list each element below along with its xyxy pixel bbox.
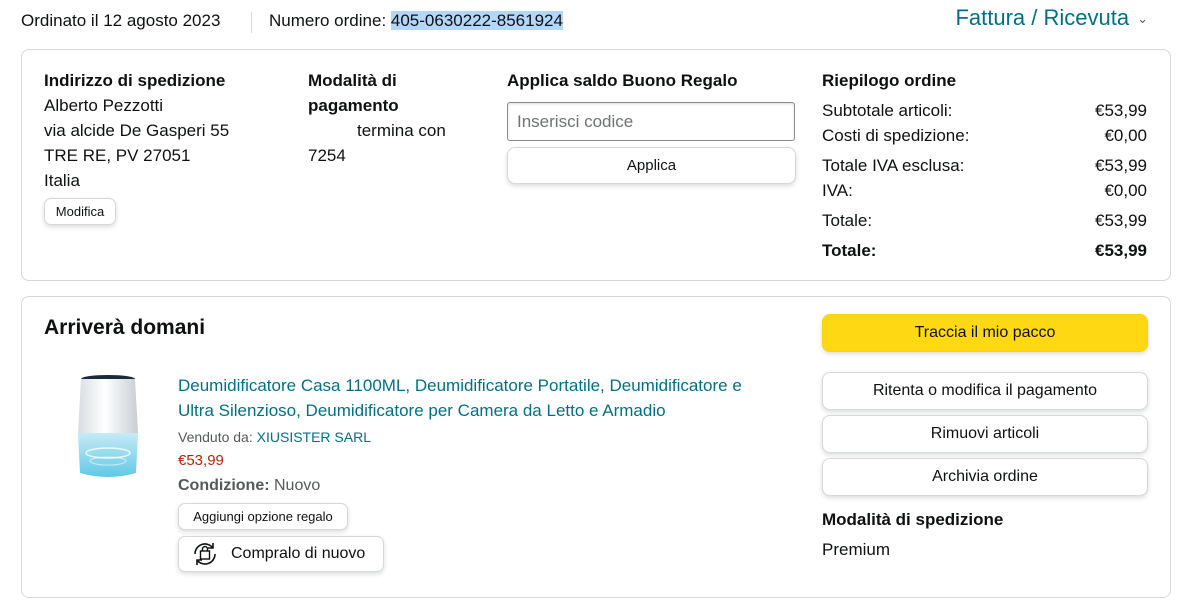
buy-again-button[interactable]: Compralo di nuovo — [178, 536, 384, 572]
product-title-cont[interactable]: Ultra Silenzioso, Deumidificatore per Ca… — [178, 398, 788, 423]
card-digits: 7254 — [308, 146, 346, 165]
summary-row: Totale IVA esclusa: €53,99 — [822, 153, 1147, 178]
invoice-link[interactable]: Fattura / Ricevuta ⌄ — [955, 5, 1148, 31]
order-number: Numero ordine: 405-0630222-8561924 — [269, 11, 563, 31]
address-line: via alcide De Gasperi 55 — [44, 121, 230, 140]
summary-value: €53,99 — [1095, 156, 1147, 175]
shipment-card: Arriverà domani Deumidificatore Casa 110… — [21, 296, 1171, 598]
retry-payment-button[interactable]: Ritenta o modifica il pagamento — [822, 372, 1148, 410]
edit-address-button[interactable]: Modifica — [44, 198, 116, 225]
sold-by: Venduto da: XIUSISTER SARL — [178, 427, 788, 447]
summary-row: Totale: €53,99 — [822, 208, 1147, 233]
product-title[interactable]: Deumidificatore Casa 1100ML, Deumidifica… — [178, 373, 788, 398]
summary-value: €0,00 — [1104, 126, 1147, 145]
summary-row: IVA: €0,00 — [822, 178, 1147, 203]
summary-row: Costi di spedizione: €0,00 — [822, 123, 1147, 148]
invoice-link-label[interactable]: Fattura / Ricevuta — [955, 5, 1129, 30]
summary-label: IVA: — [822, 181, 853, 200]
chevron-down-icon[interactable]: ⌄ — [1137, 11, 1148, 26]
address-line: Alberto Pezzotti — [44, 96, 164, 115]
summary-label: Costi di spedizione: — [822, 126, 970, 145]
shipping-method-heading: Modalità di spedizione — [822, 510, 1004, 529]
track-package-button[interactable]: Traccia il mio pacco — [822, 314, 1148, 352]
summary-value: €0,00 — [1104, 181, 1147, 200]
condition-label: Condizione: — [178, 477, 270, 494]
shipping-method-value: Premium — [822, 540, 891, 559]
payment-method-section: Modalità di pagamento termina con 7254 — [308, 68, 478, 168]
card-ending-text: termina con — [357, 121, 446, 140]
archive-order-button[interactable]: Archivia ordine — [822, 458, 1148, 496]
header-divider — [251, 12, 252, 33]
add-gift-option-button[interactable]: Aggiungi opzione regalo — [178, 503, 348, 530]
apply-gift-button[interactable]: Applica — [507, 147, 796, 184]
summary-value: €53,99 — [1095, 211, 1147, 230]
grand-total-label: Totale: — [822, 241, 877, 260]
summary-row: Subtotale articoli: €53,99 — [822, 98, 1147, 123]
seller-link[interactable]: XIUSISTER SARL — [257, 429, 371, 445]
product-details: Deumidificatore Casa 1100ML, Deumidifica… — [178, 373, 788, 498]
remove-items-button[interactable]: Rimuovi articoli — [822, 415, 1148, 453]
order-date: Ordinato il 12 agosto 2023 — [21, 11, 221, 30]
summary-label: Subtotale articoli: — [822, 101, 953, 120]
order-details-card: Indirizzo di spedizione Alberto Pezzotti… — [21, 49, 1171, 281]
rebuy-icon[interactable] — [189, 538, 221, 570]
order-number-value[interactable]: 405-0630222-8561924 — [390, 11, 563, 30]
gift-code-input[interactable] — [507, 102, 795, 141]
gift-card-section: Applica saldo Buono Regalo Applica — [507, 68, 799, 184]
shipping-address-heading: Indirizzo di spedizione — [44, 71, 226, 90]
order-summary-heading: Riepilogo ordine — [822, 71, 957, 90]
payment-method-heading: Modalità di — [308, 71, 397, 90]
grand-total-value: €53,99 — [1095, 241, 1147, 260]
product-price: €53,99 — [178, 452, 224, 469]
shipping-address-section: Indirizzo di spedizione Alberto Pezzotti… — [44, 68, 284, 225]
sold-by-label: Venduto da: — [178, 429, 257, 445]
order-summary-section: Riepilogo ordine Subtotale articoli: €53… — [822, 68, 1147, 268]
summary-label: Totale IVA esclusa: — [822, 156, 965, 175]
payment-method-heading-cont: pagamento — [308, 96, 399, 115]
dehumidifier-image[interactable] — [70, 373, 146, 483]
address-line: TRE RE, PV 27051 — [44, 146, 191, 165]
summary-value: €53,99 — [1095, 101, 1147, 120]
delivery-heading: Arriverà domani — [44, 316, 206, 339]
buy-again-label[interactable]: Compralo di nuovo — [231, 545, 365, 563]
grand-total-row: Totale: €53,99 — [822, 238, 1147, 263]
product-condition: Condizione: Nuovo — [178, 474, 788, 498]
address-line: Italia — [44, 171, 80, 190]
condition-value: Nuovo — [274, 477, 321, 494]
gift-card-heading: Applica saldo Buono Regalo — [507, 71, 738, 90]
product-image[interactable] — [70, 373, 146, 483]
summary-label: Totale: — [822, 211, 873, 230]
order-number-label: Numero ordine: — [269, 11, 391, 30]
